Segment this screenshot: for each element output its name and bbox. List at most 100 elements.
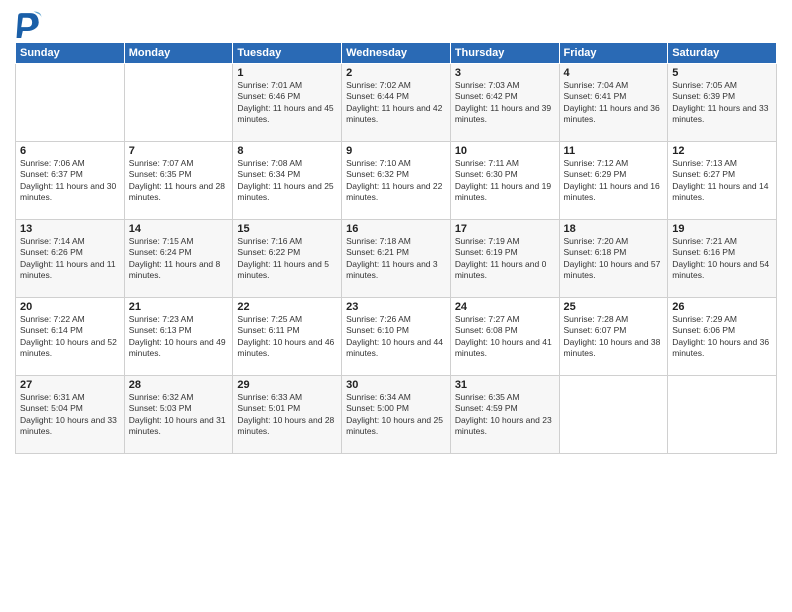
day-info: Sunrise: 7:08 AM Sunset: 6:34 PM Dayligh…	[237, 158, 337, 204]
week-row-3: 13Sunrise: 7:14 AM Sunset: 6:26 PM Dayli…	[16, 220, 777, 298]
day-cell: 9Sunrise: 7:10 AM Sunset: 6:32 PM Daylig…	[342, 142, 451, 220]
day-cell: 24Sunrise: 7:27 AM Sunset: 6:08 PM Dayli…	[450, 298, 559, 376]
day-info: Sunrise: 7:07 AM Sunset: 6:35 PM Dayligh…	[129, 158, 229, 204]
day-info: Sunrise: 7:29 AM Sunset: 6:06 PM Dayligh…	[672, 314, 772, 360]
day-number: 19	[672, 223, 772, 235]
day-cell: 6Sunrise: 7:06 AM Sunset: 6:37 PM Daylig…	[16, 142, 125, 220]
day-cell: 16Sunrise: 7:18 AM Sunset: 6:21 PM Dayli…	[342, 220, 451, 298]
week-row-2: 6Sunrise: 7:06 AM Sunset: 6:37 PM Daylig…	[16, 142, 777, 220]
calendar-table: SundayMondayTuesdayWednesdayThursdayFrid…	[15, 42, 777, 454]
day-info: Sunrise: 7:02 AM Sunset: 6:44 PM Dayligh…	[346, 80, 446, 126]
day-number: 11	[564, 145, 664, 157]
day-info: Sunrise: 7:04 AM Sunset: 6:41 PM Dayligh…	[564, 80, 664, 126]
day-number: 8	[237, 145, 337, 157]
day-info: Sunrise: 7:19 AM Sunset: 6:19 PM Dayligh…	[455, 236, 555, 282]
day-info: Sunrise: 7:27 AM Sunset: 6:08 PM Dayligh…	[455, 314, 555, 360]
day-info: Sunrise: 7:23 AM Sunset: 6:13 PM Dayligh…	[129, 314, 229, 360]
day-cell: 2Sunrise: 7:02 AM Sunset: 6:44 PM Daylig…	[342, 64, 451, 142]
day-number: 5	[672, 67, 772, 79]
calendar-header: SundayMondayTuesdayWednesdayThursdayFrid…	[16, 43, 777, 64]
day-info: Sunrise: 7:22 AM Sunset: 6:14 PM Dayligh…	[20, 314, 120, 360]
day-cell: 31Sunrise: 6:35 AM Sunset: 4:59 PM Dayli…	[450, 376, 559, 454]
day-info: Sunrise: 6:32 AM Sunset: 5:03 PM Dayligh…	[129, 392, 229, 438]
header-day-thursday: Thursday	[450, 43, 559, 64]
header-day-saturday: Saturday	[668, 43, 777, 64]
day-number: 7	[129, 145, 229, 157]
day-info: Sunrise: 7:03 AM Sunset: 6:42 PM Dayligh…	[455, 80, 555, 126]
day-cell: 28Sunrise: 6:32 AM Sunset: 5:03 PM Dayli…	[124, 376, 233, 454]
header-row: SundayMondayTuesdayWednesdayThursdayFrid…	[16, 43, 777, 64]
day-cell: 1Sunrise: 7:01 AM Sunset: 6:46 PM Daylig…	[233, 64, 342, 142]
day-cell: 27Sunrise: 6:31 AM Sunset: 5:04 PM Dayli…	[16, 376, 125, 454]
day-number: 26	[672, 301, 772, 313]
header-day-monday: Monday	[124, 43, 233, 64]
week-row-1: 1Sunrise: 7:01 AM Sunset: 6:46 PM Daylig…	[16, 64, 777, 142]
day-cell: 13Sunrise: 7:14 AM Sunset: 6:26 PM Dayli…	[16, 220, 125, 298]
day-number: 30	[346, 379, 446, 391]
week-row-4: 20Sunrise: 7:22 AM Sunset: 6:14 PM Dayli…	[16, 298, 777, 376]
day-number: 9	[346, 145, 446, 157]
day-info: Sunrise: 7:13 AM Sunset: 6:27 PM Dayligh…	[672, 158, 772, 204]
day-number: 2	[346, 67, 446, 79]
day-cell: 25Sunrise: 7:28 AM Sunset: 6:07 PM Dayli…	[559, 298, 668, 376]
week-row-5: 27Sunrise: 6:31 AM Sunset: 5:04 PM Dayli…	[16, 376, 777, 454]
day-cell: 3Sunrise: 7:03 AM Sunset: 6:42 PM Daylig…	[450, 64, 559, 142]
day-cell: 7Sunrise: 7:07 AM Sunset: 6:35 PM Daylig…	[124, 142, 233, 220]
header-day-friday: Friday	[559, 43, 668, 64]
day-cell: 11Sunrise: 7:12 AM Sunset: 6:29 PM Dayli…	[559, 142, 668, 220]
day-info: Sunrise: 7:21 AM Sunset: 6:16 PM Dayligh…	[672, 236, 772, 282]
day-cell: 15Sunrise: 7:16 AM Sunset: 6:22 PM Dayli…	[233, 220, 342, 298]
day-number: 22	[237, 301, 337, 313]
day-info: Sunrise: 7:12 AM Sunset: 6:29 PM Dayligh…	[564, 158, 664, 204]
day-number: 16	[346, 223, 446, 235]
day-cell	[124, 64, 233, 142]
day-number: 18	[564, 223, 664, 235]
logo	[15, 10, 47, 38]
day-cell	[668, 376, 777, 454]
day-number: 28	[129, 379, 229, 391]
day-info: Sunrise: 7:16 AM Sunset: 6:22 PM Dayligh…	[237, 236, 337, 282]
day-cell: 12Sunrise: 7:13 AM Sunset: 6:27 PM Dayli…	[668, 142, 777, 220]
day-number: 17	[455, 223, 555, 235]
day-info: Sunrise: 7:25 AM Sunset: 6:11 PM Dayligh…	[237, 314, 337, 360]
day-info: Sunrise: 7:11 AM Sunset: 6:30 PM Dayligh…	[455, 158, 555, 204]
day-cell: 23Sunrise: 7:26 AM Sunset: 6:10 PM Dayli…	[342, 298, 451, 376]
header-day-sunday: Sunday	[16, 43, 125, 64]
day-cell: 26Sunrise: 7:29 AM Sunset: 6:06 PM Dayli…	[668, 298, 777, 376]
day-info: Sunrise: 7:01 AM Sunset: 6:46 PM Dayligh…	[237, 80, 337, 126]
day-cell: 30Sunrise: 6:34 AM Sunset: 5:00 PM Dayli…	[342, 376, 451, 454]
day-number: 15	[237, 223, 337, 235]
day-cell: 14Sunrise: 7:15 AM Sunset: 6:24 PM Dayli…	[124, 220, 233, 298]
day-info: Sunrise: 7:10 AM Sunset: 6:32 PM Dayligh…	[346, 158, 446, 204]
day-cell: 4Sunrise: 7:04 AM Sunset: 6:41 PM Daylig…	[559, 64, 668, 142]
day-number: 13	[20, 223, 120, 235]
day-info: Sunrise: 7:18 AM Sunset: 6:21 PM Dayligh…	[346, 236, 446, 282]
day-info: Sunrise: 7:20 AM Sunset: 6:18 PM Dayligh…	[564, 236, 664, 282]
day-number: 21	[129, 301, 229, 313]
day-cell: 5Sunrise: 7:05 AM Sunset: 6:39 PM Daylig…	[668, 64, 777, 142]
day-cell: 21Sunrise: 7:23 AM Sunset: 6:13 PM Dayli…	[124, 298, 233, 376]
day-number: 1	[237, 67, 337, 79]
day-cell: 10Sunrise: 7:11 AM Sunset: 6:30 PM Dayli…	[450, 142, 559, 220]
day-info: Sunrise: 7:15 AM Sunset: 6:24 PM Dayligh…	[129, 236, 229, 282]
day-info: Sunrise: 7:26 AM Sunset: 6:10 PM Dayligh…	[346, 314, 446, 360]
day-info: Sunrise: 7:06 AM Sunset: 6:37 PM Dayligh…	[20, 158, 120, 204]
day-number: 4	[564, 67, 664, 79]
day-cell: 17Sunrise: 7:19 AM Sunset: 6:19 PM Dayli…	[450, 220, 559, 298]
day-number: 27	[20, 379, 120, 391]
day-cell	[559, 376, 668, 454]
header-day-tuesday: Tuesday	[233, 43, 342, 64]
day-number: 6	[20, 145, 120, 157]
day-cell: 19Sunrise: 7:21 AM Sunset: 6:16 PM Dayli…	[668, 220, 777, 298]
day-number: 14	[129, 223, 229, 235]
day-number: 24	[455, 301, 555, 313]
day-cell: 18Sunrise: 7:20 AM Sunset: 6:18 PM Dayli…	[559, 220, 668, 298]
day-number: 23	[346, 301, 446, 313]
day-cell	[16, 64, 125, 142]
day-number: 25	[564, 301, 664, 313]
day-number: 3	[455, 67, 555, 79]
day-info: Sunrise: 7:14 AM Sunset: 6:26 PM Dayligh…	[20, 236, 120, 282]
day-number: 29	[237, 379, 337, 391]
day-info: Sunrise: 6:31 AM Sunset: 5:04 PM Dayligh…	[20, 392, 120, 438]
day-cell: 29Sunrise: 6:33 AM Sunset: 5:01 PM Dayli…	[233, 376, 342, 454]
